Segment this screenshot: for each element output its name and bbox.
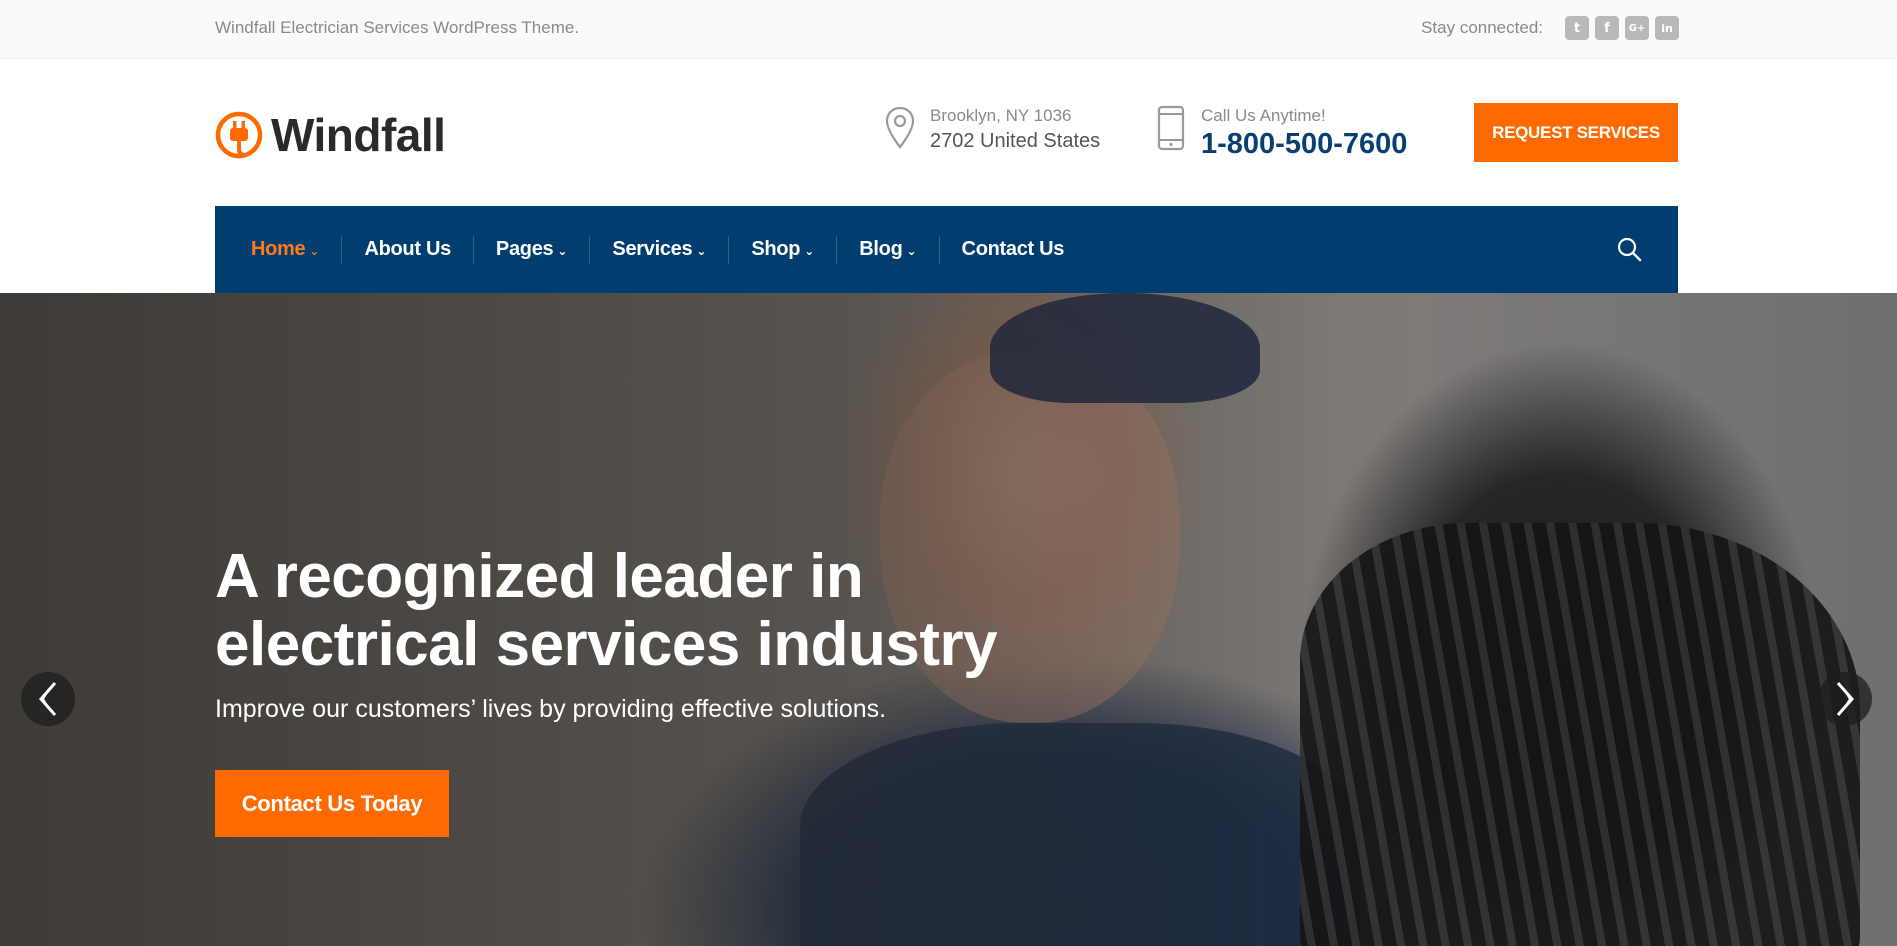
contact-us-today-button[interactable]: Contact Us Today: [215, 770, 449, 837]
nav-item-blog[interactable]: Blog ⌄: [859, 206, 916, 293]
nav-label: Blog: [859, 238, 903, 260]
nav-item-about-us[interactable]: About Us: [364, 206, 451, 293]
nav-item-pages[interactable]: Pages ⌄: [496, 206, 568, 293]
nav-item-shop[interactable]: Shop ⌄: [751, 206, 814, 293]
mobile-phone-icon: [1157, 105, 1185, 151]
phone-number[interactable]: 1-800-500-7600: [1201, 127, 1407, 161]
request-services-button[interactable]: REQUEST SERVICES: [1474, 103, 1678, 162]
call-label: Call Us Anytime!: [1201, 106, 1326, 125]
slider-prev-button[interactable]: [21, 672, 75, 726]
social-links: Stay connected: t f G+ in: [1421, 16, 1679, 40]
slider-next-button[interactable]: [1818, 672, 1872, 726]
nav-label: Contact Us: [961, 238, 1065, 260]
hero-subtitle: Improve our customers’ lives by providin…: [215, 695, 887, 723]
chevron-down-icon: ⌄: [696, 243, 707, 258]
map-pin-icon: [885, 106, 915, 149]
nav-divider: [938, 235, 940, 264]
chevron-down-icon: ⌄: [906, 243, 917, 258]
hero-headline: A recognized leader in electrical servic…: [215, 542, 998, 679]
nav-label: Home: [251, 238, 306, 260]
facebook-icon[interactable]: f: [1595, 16, 1619, 40]
top-bar: Windfall Electrician Services WordPress …: [0, 0, 1897, 59]
twitter-icon[interactable]: t: [1565, 16, 1589, 40]
plug-logo-icon: [215, 111, 263, 159]
main-nav: Home ⌄ About Us Pages ⌄ Services ⌄ Shop …: [215, 206, 1678, 293]
linkedin-icon[interactable]: in: [1655, 16, 1679, 40]
social-label: Stay connected:: [1421, 18, 1543, 37]
nav-item-contact-us[interactable]: Contact Us: [962, 206, 1065, 293]
nav-divider: [341, 235, 343, 264]
nav-label: Pages: [495, 238, 554, 260]
search-icon[interactable]: [1616, 236, 1642, 262]
address-line-1: Brooklyn, NY 1036: [930, 106, 1072, 125]
nav-divider: [472, 235, 474, 264]
nav-label: About Us: [364, 238, 451, 260]
google-plus-icon[interactable]: G+: [1625, 16, 1649, 40]
page: Windfall Electrician Services WordPress …: [0, 0, 1897, 946]
address-block: Brooklyn, NY 1036 2702 United States: [884, 105, 1100, 155]
nav-divider: [589, 235, 591, 264]
chevron-left-icon: [39, 682, 57, 716]
site-tagline: Windfall Electrician Services WordPress …: [215, 18, 580, 37]
hero-slider: A recognized leader in electrical servic…: [0, 293, 1897, 946]
chevron-right-icon: [1836, 682, 1854, 716]
nav-label: Shop: [751, 238, 801, 260]
phone-block: Call Us Anytime! 1-800-500-7600: [1155, 105, 1407, 161]
address-line-2: 2702 United States: [930, 130, 1101, 152]
chevron-down-icon: ⌄: [309, 243, 320, 258]
nav-divider: [728, 235, 730, 264]
chevron-down-icon: ⌄: [557, 243, 568, 258]
logo[interactable]: Windfall: [215, 108, 446, 162]
nav-label: Services: [612, 238, 693, 260]
chevron-down-icon: ⌄: [804, 243, 815, 258]
nav-divider: [836, 235, 838, 264]
nav-item-home[interactable]: Home ⌄: [251, 206, 319, 293]
site-header: Windfall Brooklyn, NY 1036 2702 United S…: [0, 59, 1897, 206]
nav-item-services[interactable]: Services ⌄: [612, 206, 706, 293]
logo-text: Windfall: [271, 109, 446, 161]
